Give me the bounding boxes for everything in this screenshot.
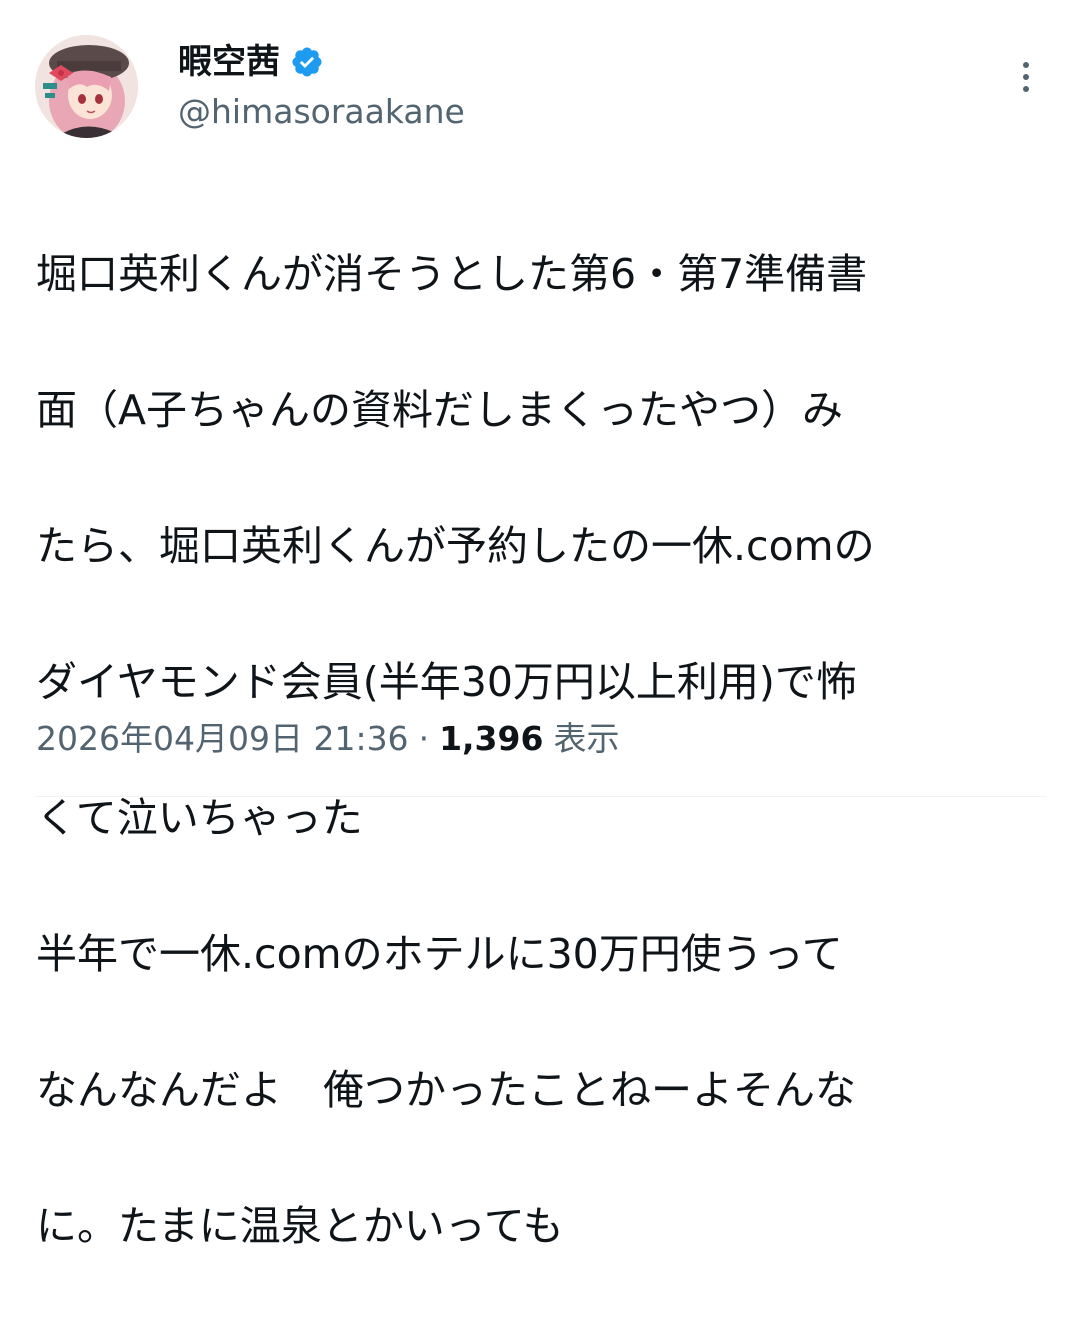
tweet-text-line: に。たまに温泉とかいっても [36,1202,564,1250]
display-name[interactable]: 暇空茜 [178,40,280,84]
avatar[interactable] [35,35,138,138]
more-vertical-icon [1023,62,1029,92]
divider [35,796,1047,797]
more-options-button[interactable] [1004,55,1048,99]
tweet-text-line: 堀口英利くんが消そうとした第6・第7準備書 [36,250,868,298]
tweet-text-line: 面（A子ちゃんの資料だしまくったやつ）み [36,386,844,434]
avatar-illustration [35,35,138,138]
tweet-text-line: くて泣いちゃった [36,794,363,842]
verified-badge-icon [292,47,322,77]
tweet-text-line: ダイヤモンド会員(半年30万円以上利用)で怖 [36,658,857,706]
tweet-text-line: 半年で一休.comのホテルに30万円使うって [36,930,843,978]
tweet-card: 暇空茜 @himasoraakane 堀口英利くんが消そうとした第6・第7準備書… [0,0,1080,1250]
author-name-row: 暇空茜 [178,40,324,84]
views-count[interactable]: 1,396 [439,717,543,761]
tweet-text-line: たら、堀口英利くんが予約したの一休.comの [36,522,875,570]
tweet-timestamp[interactable]: 2026年04月09日 21:36 [36,717,409,761]
tweet-meta: 2026年04月09日 21:36 · 1,396 表示 [36,717,619,761]
views-label: 表示 [553,719,620,758]
tweet-text-line: なんなんだよ 俺つかったことねーよそんな [36,1066,856,1114]
meta-separator: · [418,719,430,758]
author-handle[interactable]: @himasoraakane [178,90,465,134]
